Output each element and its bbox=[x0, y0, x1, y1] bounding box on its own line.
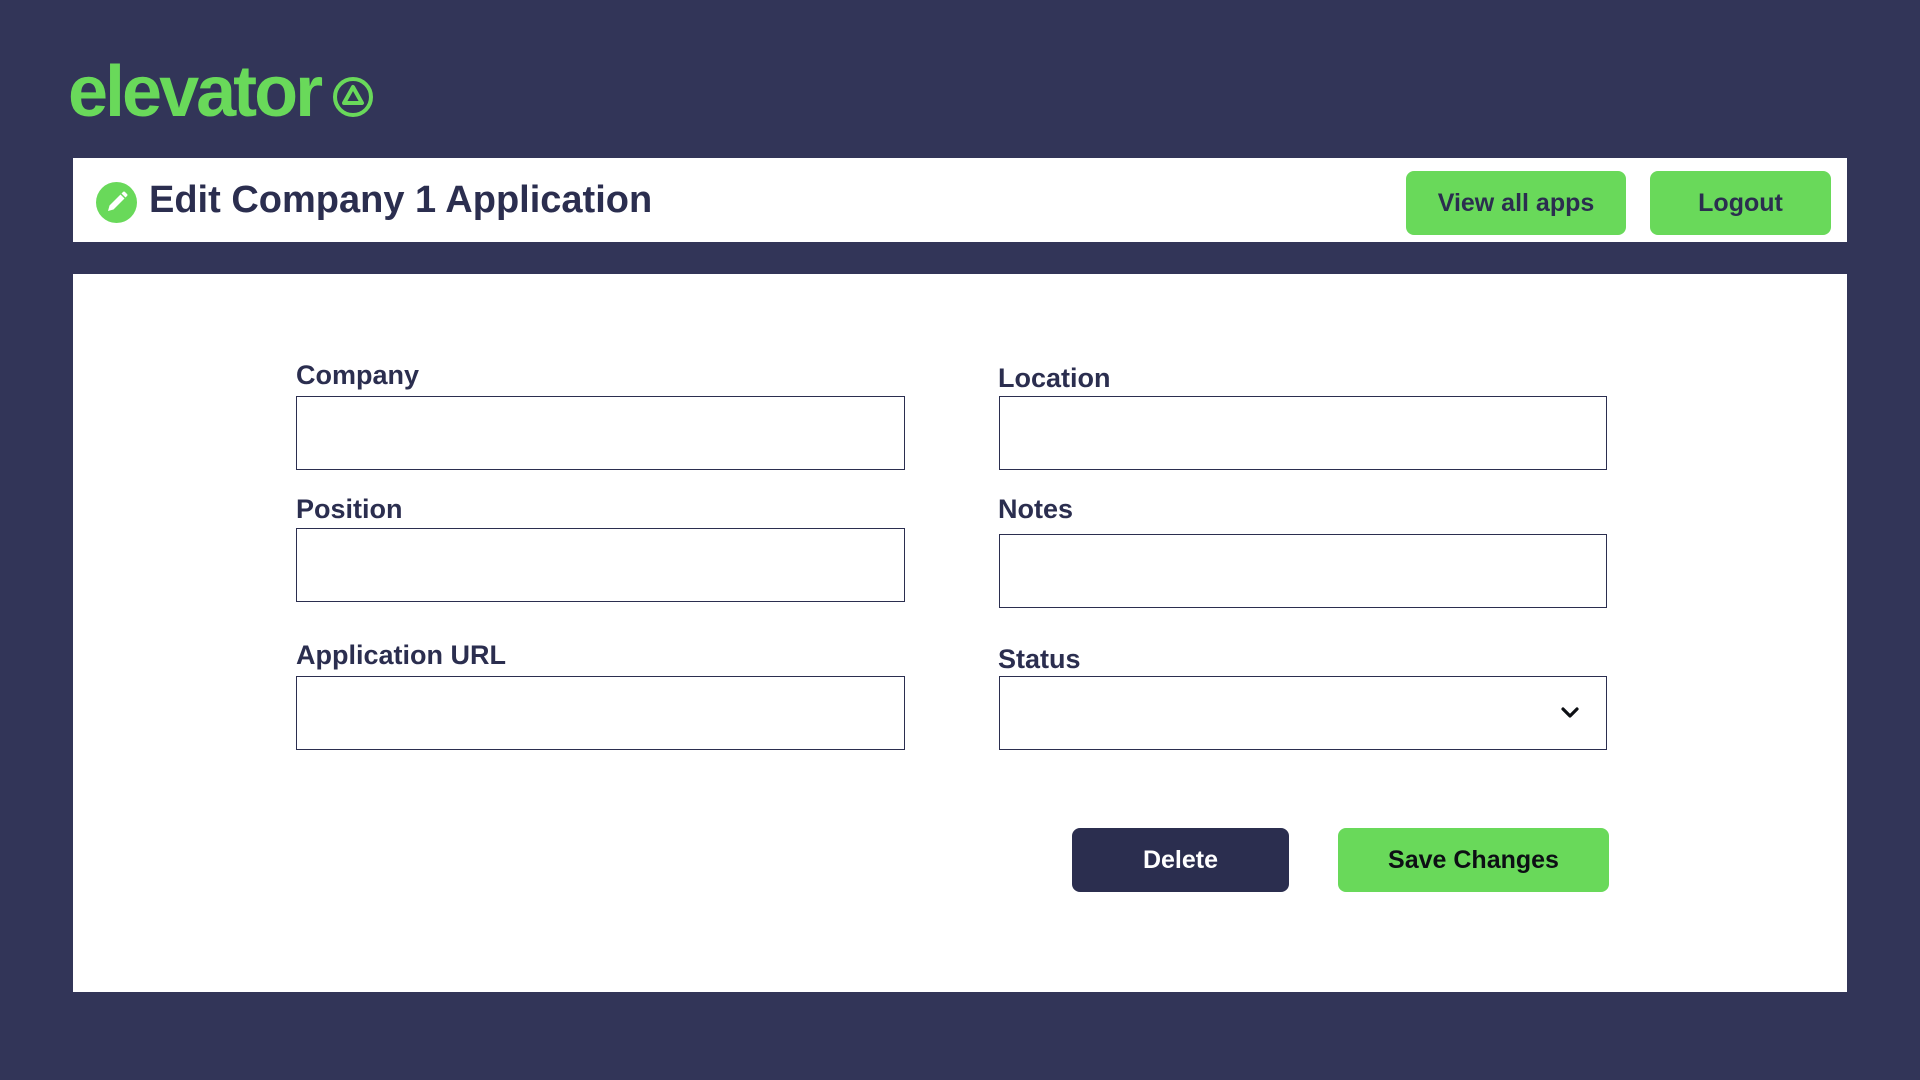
company-input[interactable] bbox=[296, 396, 905, 470]
app-logo: elevator bbox=[68, 52, 374, 132]
notes-label: Notes bbox=[998, 494, 1074, 524]
logo-wordmark: elevator bbox=[68, 52, 323, 132]
logout-button[interactable]: Logout bbox=[1650, 171, 1831, 235]
notes-input[interactable] bbox=[999, 534, 1607, 608]
location-input[interactable] bbox=[999, 396, 1607, 470]
edit-application-form: Company Position Application URL Locatio… bbox=[73, 274, 1847, 992]
chevron-down-icon bbox=[1561, 707, 1579, 718]
delete-button[interactable]: Delete bbox=[1072, 828, 1289, 892]
pencil-icon bbox=[96, 182, 137, 223]
application-url-label: Application URL bbox=[296, 640, 506, 670]
triangle-in-circle-icon bbox=[333, 77, 374, 117]
page-title: Edit Company 1 Application bbox=[149, 179, 653, 221]
status-select[interactable] bbox=[999, 676, 1607, 750]
position-input[interactable] bbox=[296, 528, 905, 602]
company-label: Company bbox=[296, 360, 420, 390]
application-url-input[interactable] bbox=[296, 676, 905, 750]
save-changes-button[interactable]: Save Changes bbox=[1338, 828, 1609, 892]
location-label: Location bbox=[998, 363, 1111, 393]
page-header: Edit Company 1 Application View all apps… bbox=[73, 158, 1847, 242]
view-all-apps-button[interactable]: View all apps bbox=[1406, 171, 1626, 235]
position-label: Position bbox=[296, 494, 403, 524]
status-label: Status bbox=[998, 644, 1081, 674]
